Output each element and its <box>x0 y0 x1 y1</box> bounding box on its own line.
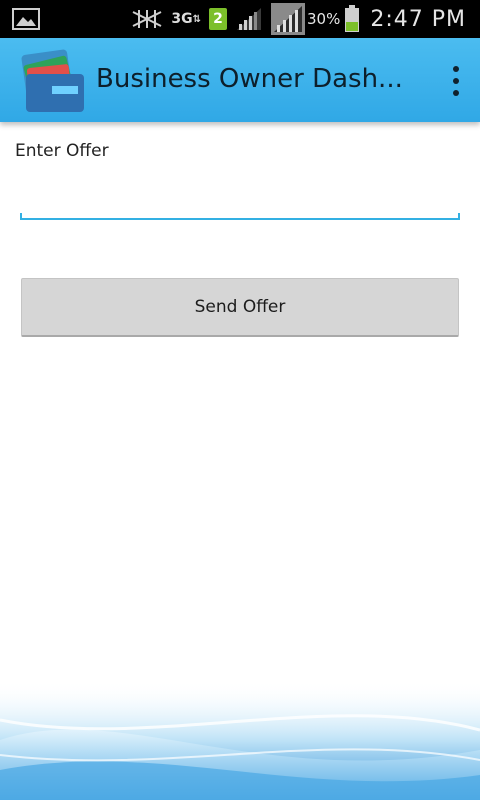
offer-input-underline <box>20 213 460 220</box>
gallery-icon <box>12 8 40 34</box>
action-bar: Business Owner Dash... <box>0 38 480 122</box>
wallet-cards-icon[interactable] <box>20 46 96 116</box>
network-type-indicator: 3G ⇅ <box>171 10 201 27</box>
battery-icon <box>344 5 360 33</box>
sim-slot-badge: 2 <box>209 8 227 30</box>
page-title: Business Owner Dash... <box>96 64 403 94</box>
status-bar: 3G ⇅ 2 30% 2:47 PM <box>0 0 480 38</box>
background-wave <box>0 680 480 800</box>
overflow-menu-icon[interactable] <box>450 66 462 96</box>
no-signal-icon <box>131 8 163 30</box>
signal-bars-icon <box>271 3 305 35</box>
offer-field-label: Enter Offer <box>15 141 109 161</box>
signal-bars-icon <box>235 6 263 32</box>
offer-input[interactable] <box>20 180 464 222</box>
battery-percent: 30% <box>307 10 341 28</box>
status-clock: 2:47 PM <box>370 6 466 32</box>
send-offer-button[interactable]: Send Offer <box>21 278 459 337</box>
